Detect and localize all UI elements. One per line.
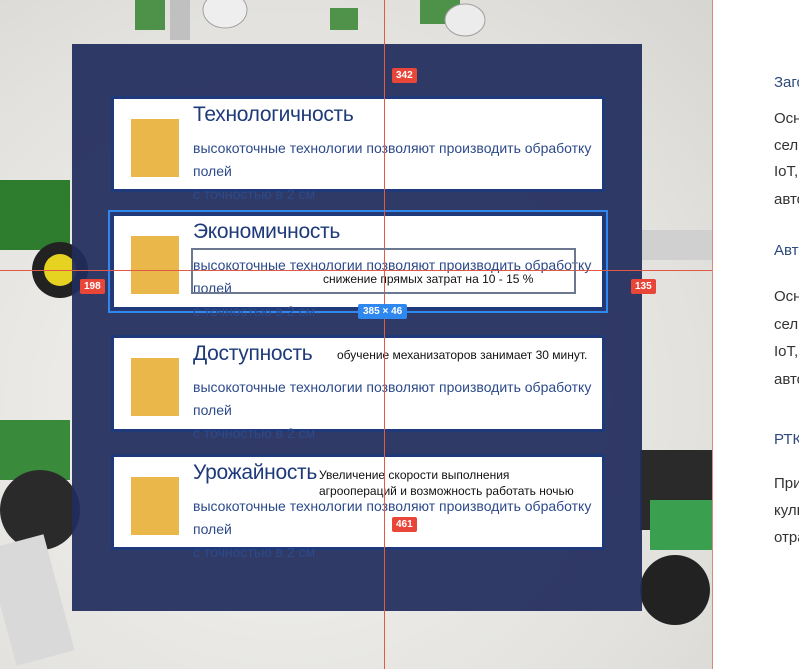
feature-title: Экономичность — [193, 220, 341, 243]
right-col-text: куль — [774, 502, 799, 519]
right-col-text: Загс — [774, 74, 799, 91]
right-col-text: РТК — [774, 431, 799, 448]
feature-title: Технологичность — [193, 103, 354, 126]
feature-description: высокоточные технологии позволяют произв… — [193, 379, 592, 441]
right-col-text: Осн — [774, 288, 799, 305]
selection-box — [191, 248, 576, 294]
right-col-text: авто — [774, 191, 799, 208]
right-column: Загс Осн сель IoT, авто Авто Осн сель Io… — [712, 0, 799, 669]
measure-bottom-badge: 461 — [392, 517, 417, 532]
feature-image-placeholder — [131, 358, 179, 416]
feature-card-technology[interactable]: Технологичность высокоточные технологии … — [111, 96, 605, 202]
feature-title: Доступность — [193, 342, 313, 365]
right-col-text: отра — [774, 529, 799, 546]
right-col-text: Авто — [774, 242, 799, 259]
note-yield: Увеличение скорости выполнения агрооперац… — [319, 468, 574, 498]
feature-description: высокоточные технологии позволяют произв… — [193, 140, 592, 202]
right-col-text: сель — [774, 137, 799, 154]
right-col-text: При — [774, 475, 799, 492]
feature-title: Урожайность — [193, 461, 318, 484]
feature-image-placeholder — [131, 119, 179, 177]
measure-left-badge: 198 — [80, 279, 105, 294]
measure-size-badge: 385 × 46 — [358, 304, 408, 319]
feature-image-placeholder — [131, 236, 179, 294]
right-col-text: авто — [774, 371, 799, 388]
right-col-text: IoT, — [774, 343, 799, 360]
right-col-text: IoT, — [774, 163, 799, 180]
measure-guide-vertical — [384, 0, 385, 669]
measure-right-badge: 135 — [631, 279, 656, 294]
right-col-text: Осн — [774, 110, 799, 127]
feature-image-placeholder — [131, 477, 179, 535]
right-col-text: сель — [774, 316, 799, 333]
measure-top-badge: 342 — [392, 68, 417, 83]
note-accessibility: обучение механизаторов занимает 30 минут… — [337, 348, 588, 362]
